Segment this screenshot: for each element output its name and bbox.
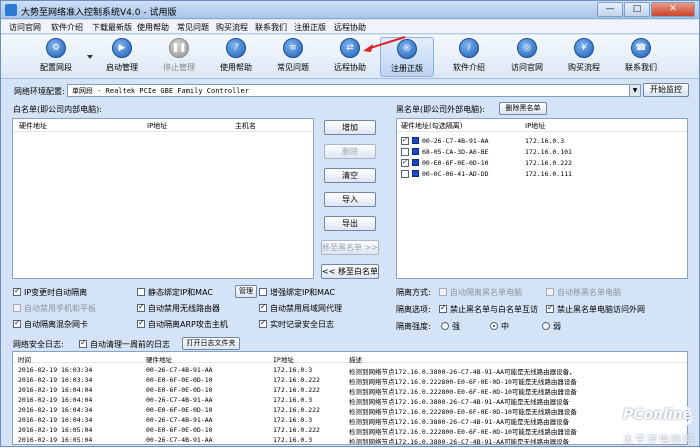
env-config-select[interactable]: 单网段 - Realtek PCIe GBE Family Controller… [67, 84, 641, 97]
import-button[interactable]: 导入 [324, 192, 376, 207]
menu-remote-assist[interactable]: 远程协助 [334, 22, 366, 33]
contact-icon: ☎ [631, 38, 651, 58]
log-row[interactable]: 2016-02-19 16:04:04 00-26-C7-4B-91-AA 172.… [13, 395, 687, 406]
pause-icon: ❚❚ [169, 38, 189, 58]
blacklist-table[interactable]: 硬件地址(勾选隔离) IP地址 00-26-C7-4B-91-AA 172.16… [396, 118, 688, 279]
row-checkbox[interactable] [401, 135, 409, 145]
play-icon: ▶ [112, 38, 132, 58]
export-button[interactable]: 导出 [324, 216, 376, 231]
menu-bar: 访问官网 软件介绍 下载最新版 使用帮助 常见问题 购买流程 联系我们 注册正版… [1, 20, 699, 34]
whitelist-header: 硬件地址 IP地址 主机名 [13, 119, 313, 132]
start-monitor-button[interactable]: 开始监控 [643, 83, 689, 97]
computer-icon [412, 170, 419, 177]
menu-official-site[interactable]: 访问官网 [9, 22, 41, 33]
toolbar-purchase-button[interactable]: ¥ 购买流程 [557, 37, 611, 77]
log-row[interactable]: 2016-02-19 16:03:34 00-E0-6F-0E-0D-10 172.… [13, 375, 687, 386]
row-checkbox[interactable] [401, 170, 409, 178]
gear-icon: ⚙ [46, 38, 66, 58]
move-to-whitelist-button[interactable]: << 移至白名单 [321, 264, 379, 279]
close-button[interactable]: ✕ [651, 2, 695, 17]
window-title: 大势至网络准入控制系统V4.0 - 试用版 [21, 8, 177, 18]
log-header: 时间 硬件地址 IP地址 描述 [13, 353, 687, 364]
env-config-row: 网络环境配置: 单网段 - Realtek PCIe GBE Family Co… [1, 83, 699, 99]
computer-icon [412, 148, 419, 155]
col-ip: IP地址 [147, 122, 168, 130]
faq-book-icon: ≡ [283, 38, 303, 58]
log-row[interactable]: 2016-02-19 16:04:34 00-26-C7-4B-91-AA 172.… [13, 415, 687, 426]
env-config-value: 单网段 - Realtek PCIe GBE Family Controller [72, 87, 249, 95]
env-config-label: 网络环境配置: [14, 87, 65, 96]
toolbar-software-intro-button[interactable]: i 软件介绍 [442, 37, 496, 77]
menu-register[interactable]: 注册正版 [294, 22, 326, 33]
whitelist-table[interactable]: 硬件地址 IP地址 主机名 [12, 118, 314, 279]
app-logo-icon [5, 4, 17, 16]
security-log-table[interactable]: 时间 硬件地址 IP地址 描述 2016-02-19 16:03:34 00-26… [12, 351, 688, 445]
help-book-icon: ? [226, 38, 246, 58]
menu-software-intro[interactable]: 软件介绍 [51, 22, 83, 33]
toolbar-stop-button[interactable]: ❚❚ 停止管理 [152, 37, 206, 77]
delete-blacklist-button[interactable]: 删除黑名单 [499, 102, 547, 115]
col-mac: 硬件地址 [19, 122, 47, 130]
blacklist-title: 黑名单(即公司外部电脑): [396, 105, 485, 114]
pconline-watermark: PConline 太平洋电脑网 [613, 405, 700, 448]
isolation-strength-label: 隔离强度: [396, 322, 431, 331]
toolbar-faq-button[interactable]: ≡ 常见问题 [266, 37, 320, 77]
cart-icon: ¥ [574, 38, 594, 58]
menu-faq[interactable]: 常见问题 [177, 22, 209, 33]
row-checkbox[interactable] [401, 148, 409, 156]
chevron-down-icon[interactable]: ▼ [629, 85, 640, 96]
log-row[interactable]: 2016-02-19 16:03:34 00-26-C7-4B-91-AA 172.… [13, 365, 687, 376]
toolbar-help-button[interactable]: ? 使用帮助 [209, 37, 263, 77]
computer-icon [412, 159, 419, 166]
globe-icon: ◎ [517, 38, 537, 58]
manage-button[interactable]: 管理 [235, 285, 257, 298]
col-hostname: 主机名 [235, 122, 256, 130]
col-ip: IP地址 [525, 122, 546, 130]
remote-icon: ⇄ [340, 38, 360, 58]
gear-info-icon: i [459, 38, 479, 58]
menu-purchase[interactable]: 购买流程 [216, 22, 248, 33]
watermark-subtitle: 太平洋电脑网 [623, 435, 695, 446]
watermark-brand: PConline [623, 407, 693, 423]
toolbar-config-segment-button[interactable]: ⚙ 配置网段 [29, 37, 83, 77]
toolbar: ⚙ 配置网段 ▶ 启动管理 ❚❚ 停止管理 ? 使用帮助 ≡ 常见问题 ⇄ 远程… [1, 35, 699, 79]
toolbar-official-site-button[interactable]: ◎ 访问官网 [500, 37, 554, 77]
clear-button[interactable]: 清空 [324, 168, 376, 183]
add-button[interactable]: 增加 [324, 120, 376, 135]
toolbar-start-button[interactable]: ▶ 启动管理 [95, 37, 149, 77]
toolbar-contact-button[interactable]: ☎ 联系我们 [614, 37, 668, 77]
log-row[interactable]: 2016-02-19 16:04:34 00-E0-6F-0E-0D-10 172.… [13, 405, 687, 416]
menu-help[interactable]: 使用帮助 [137, 22, 169, 33]
log-row[interactable]: 2016-02-19 16:05:04 00-26-C7-4B-91-AA 172.… [13, 435, 687, 444]
minimize-button[interactable]: — [597, 2, 623, 17]
menu-download-latest[interactable]: 下载最新版 [92, 22, 132, 33]
open-log-folder-button[interactable]: 打开日志文件夹 [182, 337, 240, 350]
menu-contact[interactable]: 联系我们 [255, 22, 287, 33]
whitelist-title: 白名单(即公司内部电脑): [13, 105, 102, 114]
row-checkbox[interactable] [401, 157, 409, 167]
title-bar: 大势至网络准入控制系统V4.0 - 试用版 — □ ✕ [1, 1, 699, 19]
col-mac-check: 硬件地址(勾选隔离) [401, 122, 463, 130]
delete-button[interactable]: 删除 [324, 144, 376, 159]
log-row[interactable]: 2016-02-19 16:04:04 00-E0-6F-0E-0D-10 172.… [13, 385, 687, 396]
maximize-button[interactable]: □ [624, 2, 650, 17]
app-window: 大势至网络准入控制系统V4.0 - 试用版 — □ ✕ 访问官网 软件介绍 下载… [0, 0, 700, 447]
isolation-mode-label: 隔离方式: [396, 288, 431, 297]
blacklist-header: 硬件地址(勾选隔离) IP地址 [397, 119, 687, 132]
config-dropdown-arrow-icon[interactable] [87, 55, 93, 59]
red-arrow-annotation-icon [363, 36, 406, 52]
log-row[interactable]: 2016-02-19 16:05:04 00-E0-6F-0E-0D-10 172.… [13, 425, 687, 436]
security-log-title: 网络安全日志: [13, 340, 64, 349]
computer-icon [412, 137, 419, 144]
move-to-blacklist-button[interactable]: 移至黑名单 >> [321, 240, 379, 255]
isolation-option-label: 隔离选项: [396, 305, 431, 314]
